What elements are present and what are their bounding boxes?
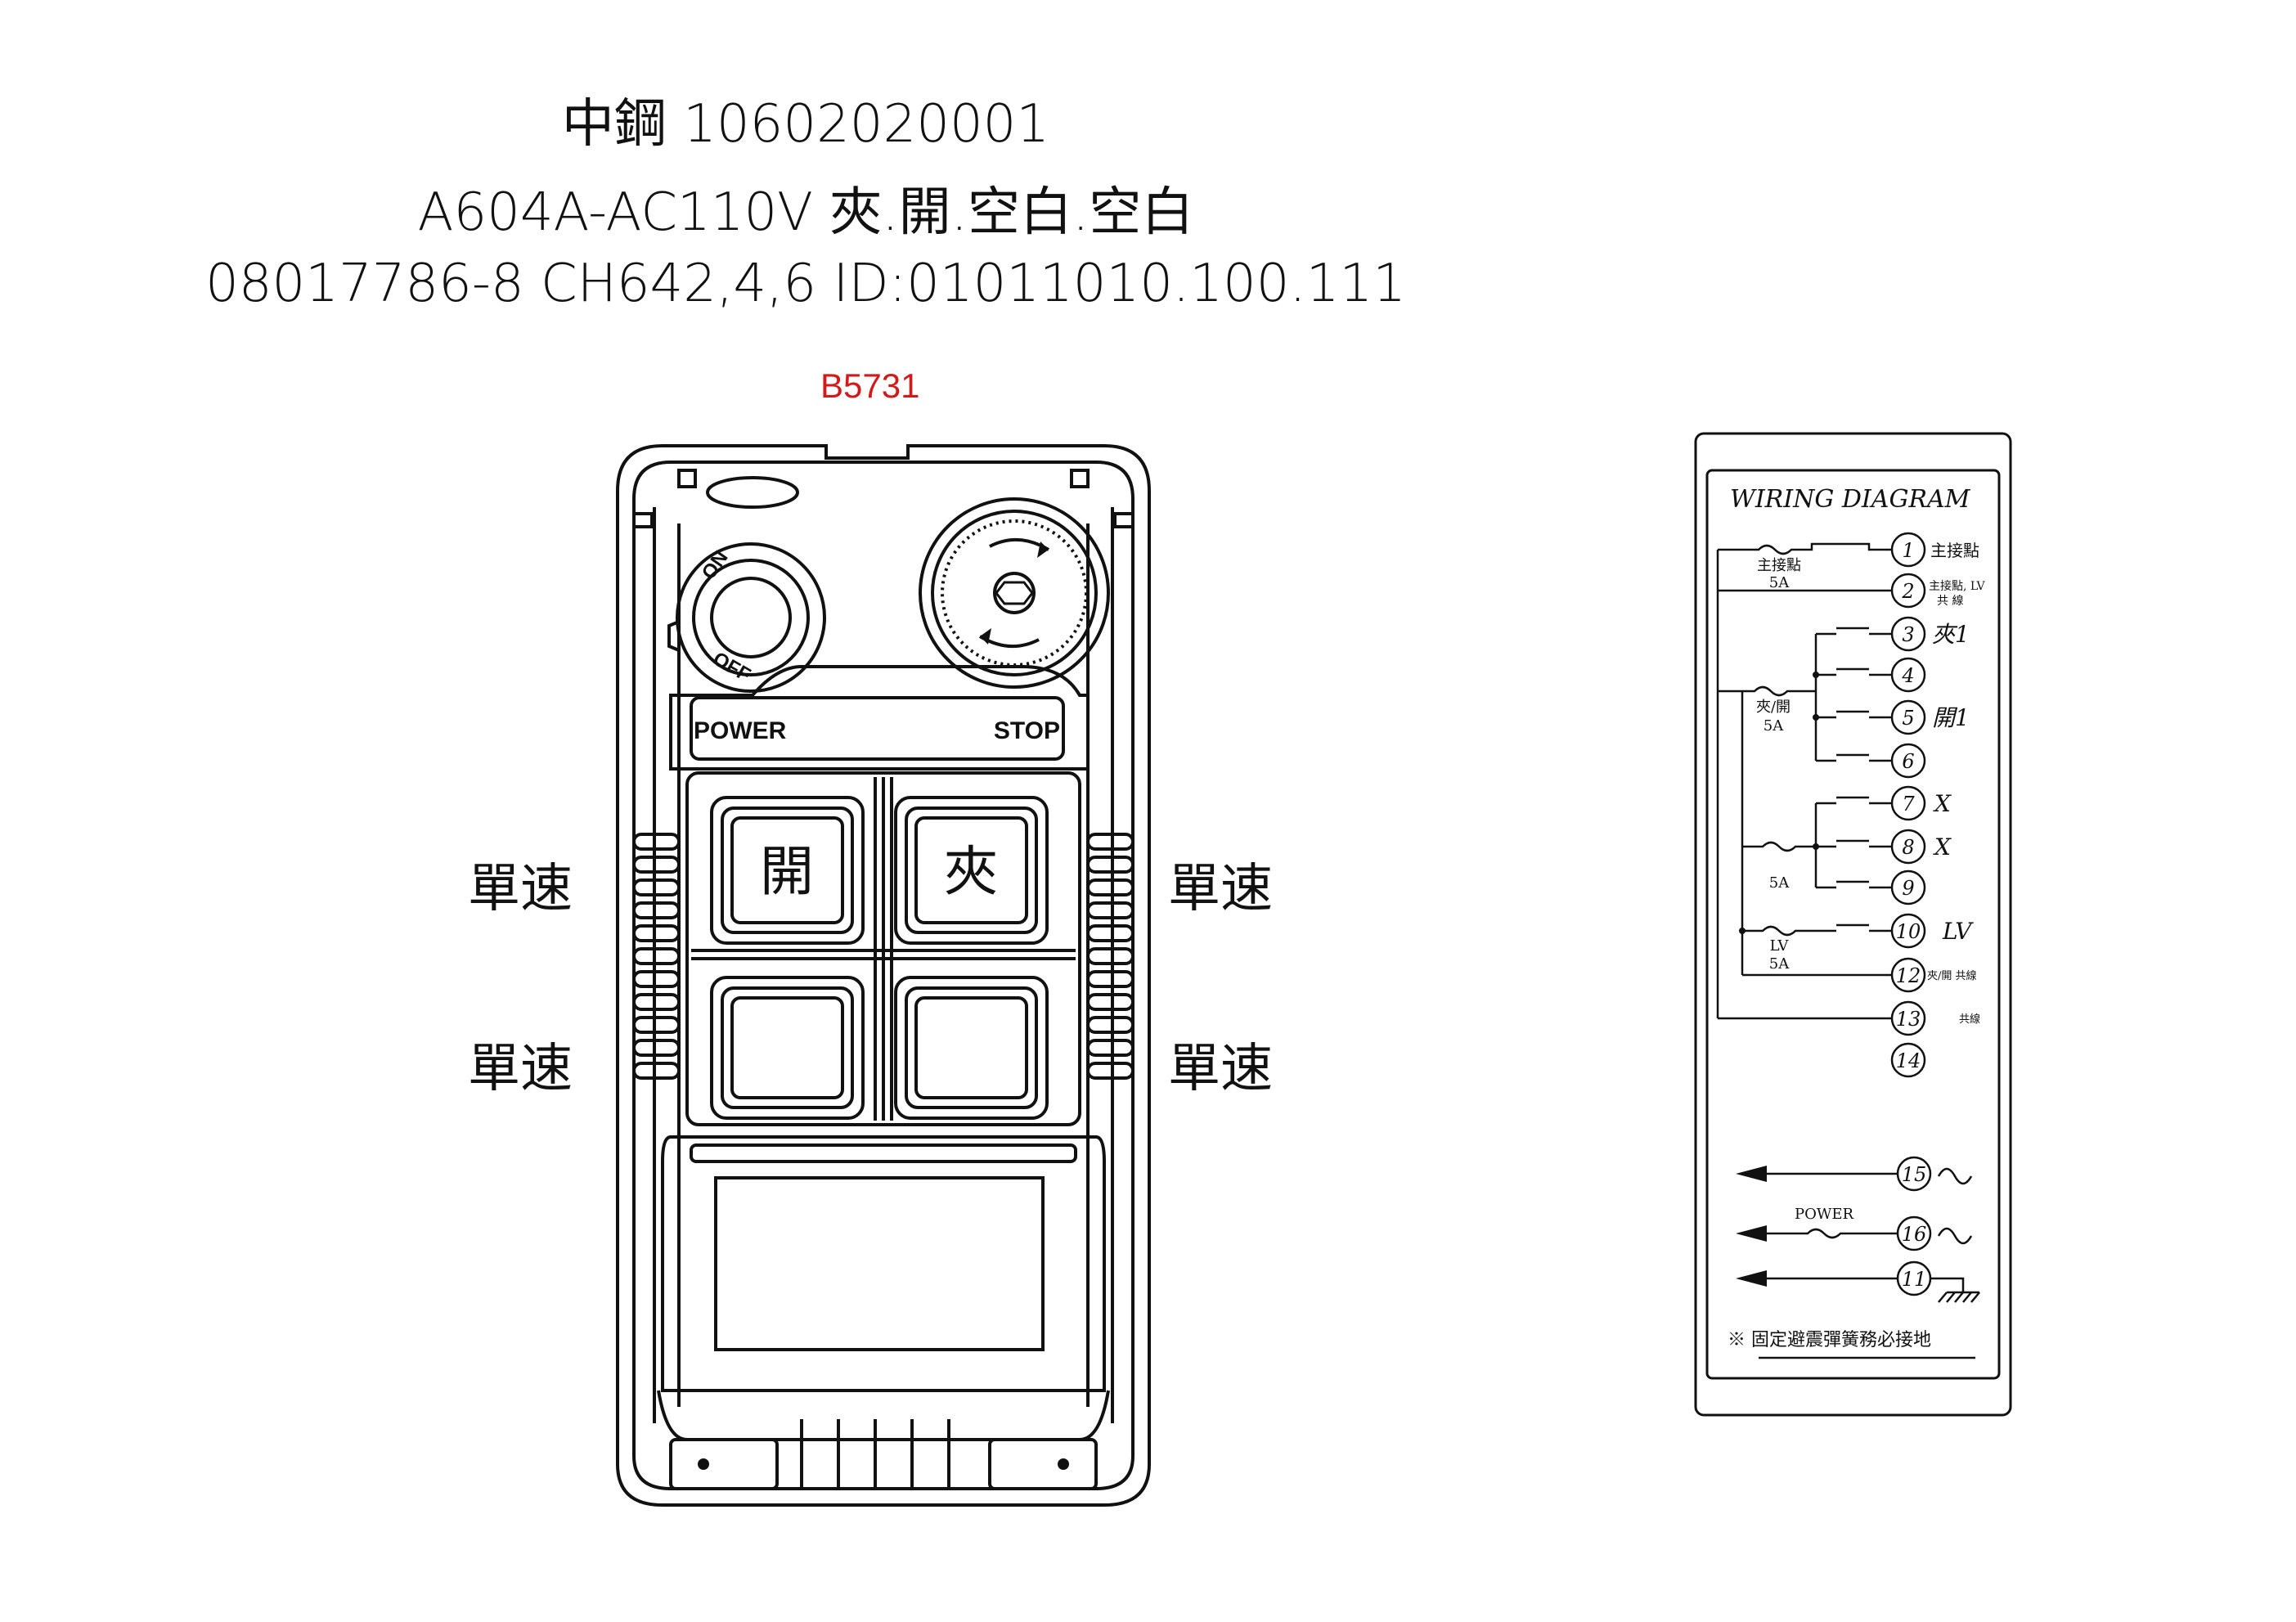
power-label: POWER (694, 717, 787, 744)
left-grip (632, 833, 681, 1080)
svg-text:5A: 5A (1764, 717, 1784, 735)
wiring-diagram: WIRING DIAGRAM 1 2 3 4 5 6 7 8 9 10 12 1… (1694, 432, 2012, 1417)
svg-text:5: 5 (1902, 707, 1914, 730)
svg-text:6: 6 (1902, 750, 1914, 773)
nameplate-window (714, 1176, 1045, 1351)
right-grip (1086, 833, 1135, 1080)
arrow-16 (1736, 1225, 1767, 1242)
emergency-stop-button[interactable] (919, 497, 1110, 689)
svg-text:LV: LV (1770, 937, 1790, 955)
svg-text:3: 3 (1902, 623, 1914, 646)
svg-text:夾1: 夾1 (1932, 621, 1970, 648)
svg-text:4: 4 (1901, 664, 1914, 687)
svg-text:共 線: 共 線 (1937, 595, 1963, 608)
button-blank-right[interactable] (894, 976, 1049, 1120)
switch-on-label: ON (698, 546, 733, 583)
svg-text:主接點: 主接點 (1757, 557, 1801, 574)
button-open-label: 開 (760, 840, 814, 903)
svg-text:開1: 開1 (1932, 704, 1970, 731)
wiring-title: WIRING DIAGRAM (1730, 485, 1971, 514)
svg-text:10: 10 (1896, 920, 1921, 943)
svg-text:5A: 5A (1769, 874, 1790, 892)
svg-text:12: 12 (1896, 964, 1921, 987)
svg-text:5A: 5A (1769, 955, 1790, 973)
svg-text:1: 1 (1902, 539, 1914, 562)
svg-text:POWER: POWER (1795, 1206, 1854, 1223)
arrow-15 (1736, 1166, 1767, 1182)
svg-text:11: 11 (1902, 1268, 1927, 1291)
svg-text:X: X (1933, 833, 1952, 860)
svg-text:8: 8 (1902, 836, 1914, 859)
svg-text:X: X (1933, 790, 1952, 817)
svg-text:2: 2 (1901, 580, 1914, 603)
lower-panel (661, 1135, 1106, 1392)
svg-text:5A: 5A (1769, 574, 1790, 591)
terminal-labels: 主接點 主接點, LV 共 線 夾1 開1 X X LV 夾/開 共線 共線 (1927, 541, 1986, 1026)
stop-label: STOP (994, 717, 1060, 744)
svg-text:共線: 共線 (1959, 1013, 1980, 1026)
svg-text:15: 15 (1902, 1163, 1927, 1186)
svg-text:14: 14 (1896, 1049, 1921, 1072)
top-recess (706, 476, 799, 509)
svg-text:LV: LV (1942, 918, 1974, 945)
pendant-remote (616, 444, 1151, 1507)
drawing-canvas: ON OFF POWER STOP 開 夾 WIRING DIAGRAM 1 2… (616, 432, 2012, 1507)
svg-text:13: 13 (1896, 1008, 1921, 1031)
ground-note: ※ 固定避震彈簧務必接地 (1728, 1330, 1931, 1350)
svg-text:主接點, LV: 主接點, LV (1929, 579, 1986, 593)
arrow-11 (1736, 1270, 1767, 1287)
button-blank-left[interactable] (710, 976, 865, 1120)
fuse-labels: 主接點 5A 夾/開 5A 5A LV 5A POWER (1756, 557, 1854, 1223)
svg-text:主接點: 主接點 (1930, 541, 1979, 560)
svg-text:夾/開 共線: 夾/開 共線 (1927, 969, 1977, 982)
svg-text:16: 16 (1902, 1223, 1927, 1246)
svg-text:9: 9 (1902, 877, 1914, 900)
svg-text:7: 7 (1902, 793, 1915, 815)
button-clamp-label: 夾 (944, 840, 998, 903)
svg-text:夾/開: 夾/開 (1756, 699, 1791, 716)
